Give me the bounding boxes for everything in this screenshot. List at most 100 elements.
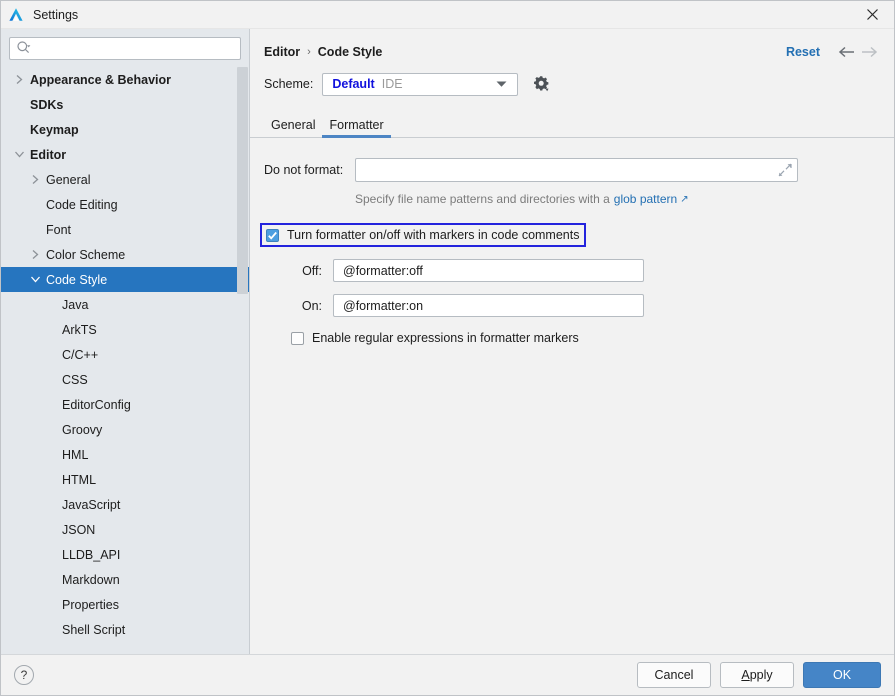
- sidebar-item-javascript[interactable]: JavaScript: [1, 492, 249, 517]
- on-marker-label: On:: [301, 298, 322, 313]
- help-icon[interactable]: ?: [14, 665, 34, 685]
- sidebar-item-label: Color Scheme: [46, 247, 126, 262]
- sidebar-item-markdown[interactable]: Markdown: [1, 567, 249, 592]
- sidebar-scrollbar[interactable]: [236, 67, 249, 654]
- sidebar-item-hml[interactable]: HML: [1, 442, 249, 467]
- arrow-left-icon[interactable]: [836, 43, 858, 61]
- sidebar-item-label: Editor: [30, 147, 67, 162]
- tab-general[interactable]: General: [264, 118, 322, 138]
- title-bar: Settings: [1, 1, 894, 29]
- sidebar-item-label: Font: [46, 222, 72, 237]
- sidebar-item-label: C/C++: [62, 347, 99, 362]
- search-input[interactable]: [33, 39, 240, 58]
- sidebar-item-label: Code Style: [46, 272, 108, 287]
- sidebar-item-label: EditorConfig: [62, 397, 131, 412]
- sidebar-item-label: HML: [62, 447, 89, 462]
- glob-hint-text: Specify file name patterns and directori…: [355, 192, 610, 206]
- scheme-row: Scheme: Default IDE: [250, 67, 894, 101]
- sidebar-item-groovy[interactable]: Groovy: [1, 417, 249, 442]
- sidebar-item-general[interactable]: General: [1, 167, 249, 192]
- sidebar-item-html[interactable]: HTML: [1, 467, 249, 492]
- scheme-selected-kind: IDE: [381, 77, 403, 91]
- sidebar-item-label: LLDB_API: [62, 547, 121, 562]
- breadcrumb-item-1[interactable]: Code Style: [318, 45, 383, 59]
- sidebar-item-label: HTML: [62, 472, 97, 487]
- settings-content: Editor › Code Style Reset Scheme: Defaul…: [250, 29, 894, 654]
- chevron-right-icon[interactable]: [14, 74, 25, 85]
- regex-checkbox[interactable]: [291, 331, 304, 345]
- regex-checkbox-label[interactable]: Enable regular expressions in formatter …: [312, 331, 579, 345]
- off-marker-field[interactable]: [333, 259, 644, 282]
- sidebar-item-label: CSS: [62, 372, 88, 387]
- markers-checkbox[interactable]: [266, 228, 279, 242]
- sidebar-item-code-editing[interactable]: Code Editing: [1, 192, 249, 217]
- chevron-down-icon: [496, 77, 507, 91]
- dialog-footer: ? Cancel Apply OK: [1, 654, 894, 695]
- tab-formatter[interactable]: Formatter: [322, 118, 391, 138]
- sidebar-item-sdks[interactable]: SDKs: [1, 92, 249, 117]
- do-not-format-input[interactable]: [362, 160, 776, 180]
- do-not-format-label: Do not format:: [264, 163, 344, 177]
- chevron-down-icon[interactable]: [14, 149, 25, 160]
- cancel-button[interactable]: Cancel: [637, 662, 711, 688]
- search-box[interactable]: [9, 37, 241, 60]
- sidebar-item-label: SDKs: [30, 97, 64, 112]
- chevron-right-icon[interactable]: [30, 174, 41, 185]
- search-icon: [16, 40, 31, 58]
- sidebar-item-label: Markdown: [62, 572, 120, 587]
- close-icon[interactable]: [850, 1, 894, 28]
- sidebar-item-c-c[interactable]: C/C++: [1, 342, 249, 367]
- glob-pattern-link[interactable]: glob pattern: [614, 192, 677, 206]
- apply-button[interactable]: Apply: [720, 662, 794, 688]
- breadcrumb: Editor › Code Style Reset: [250, 37, 894, 67]
- sidebar-item-json[interactable]: JSON: [1, 517, 249, 542]
- off-marker-label: Off:: [302, 263, 322, 278]
- arrow-right-icon[interactable]: [858, 43, 880, 61]
- breadcrumb-item-0[interactable]: Editor: [264, 45, 300, 59]
- deveco-logo-icon: [8, 7, 24, 23]
- sidebar-item-css[interactable]: CSS: [1, 367, 249, 392]
- on-marker-input[interactable]: [341, 296, 643, 315]
- scheme-label: Scheme:: [264, 77, 314, 91]
- sidebar-item-arkts[interactable]: ArkTS: [1, 317, 249, 342]
- sidebar-item-editorconfig[interactable]: EditorConfig: [1, 392, 249, 417]
- apply-mnemonic: A: [741, 668, 750, 682]
- gear-icon[interactable]: [529, 72, 553, 96]
- regex-checkbox-row: Enable regular expressions in formatter …: [250, 331, 894, 345]
- sidebar-item-appearance-behavior[interactable]: Appearance & Behavior: [1, 67, 249, 92]
- do-not-format-row: Do not format:: [250, 158, 894, 182]
- ok-button[interactable]: OK: [803, 662, 881, 688]
- sidebar-scrollbar-thumb[interactable]: [237, 67, 248, 294]
- off-marker-row: Off:: [250, 259, 894, 282]
- sidebar-item-keymap[interactable]: Keymap: [1, 117, 249, 142]
- expand-icon[interactable]: [776, 162, 793, 179]
- scheme-selected-name: Default: [332, 77, 375, 91]
- scheme-select[interactable]: Default IDE: [322, 72, 519, 96]
- sidebar-item-lldb-api[interactable]: LLDB_API: [1, 542, 249, 567]
- sidebar-item-label: Properties: [62, 597, 119, 612]
- sidebar-item-label: Code Editing: [46, 197, 118, 212]
- sidebar-item-properties[interactable]: Properties: [1, 592, 249, 617]
- window-title: Settings: [33, 7, 79, 22]
- sidebar-item-java[interactable]: Java: [1, 292, 249, 317]
- breadcrumb-separator: ›: [307, 46, 311, 58]
- sidebar-item-color-scheme[interactable]: Color Scheme: [1, 242, 249, 267]
- sidebar-item-shell-script[interactable]: Shell Script: [1, 617, 249, 642]
- chevron-down-icon[interactable]: [30, 274, 41, 285]
- settings-tree: Appearance & Behavior SDKs Keymap Editor Gen…: [1, 67, 249, 654]
- sidebar-item-font[interactable]: Font: [1, 217, 249, 242]
- do-not-format-field[interactable]: [355, 158, 798, 182]
- reset-link[interactable]: Reset: [786, 45, 820, 59]
- sidebar-item-code-style[interactable]: Code Style: [1, 267, 249, 292]
- dialog-body: Appearance & Behavior SDKs Keymap Editor Gen…: [1, 29, 894, 654]
- markers-checkbox-label[interactable]: Turn formatter on/off with markers in co…: [287, 228, 579, 242]
- on-marker-field[interactable]: [333, 294, 644, 317]
- chevron-right-icon[interactable]: [30, 249, 41, 260]
- sidebar-item-label: JSON: [62, 522, 96, 537]
- glob-hint: Specify file name patterns and directori…: [250, 192, 894, 206]
- apply-rest: pply: [749, 668, 773, 682]
- markers-checkbox-highlight: Turn formatter on/off with markers in co…: [260, 223, 587, 247]
- sidebar-item-editor[interactable]: Editor: [1, 142, 249, 167]
- off-marker-input[interactable]: [341, 261, 643, 280]
- sidebar-item-label: Shell Script: [62, 622, 126, 637]
